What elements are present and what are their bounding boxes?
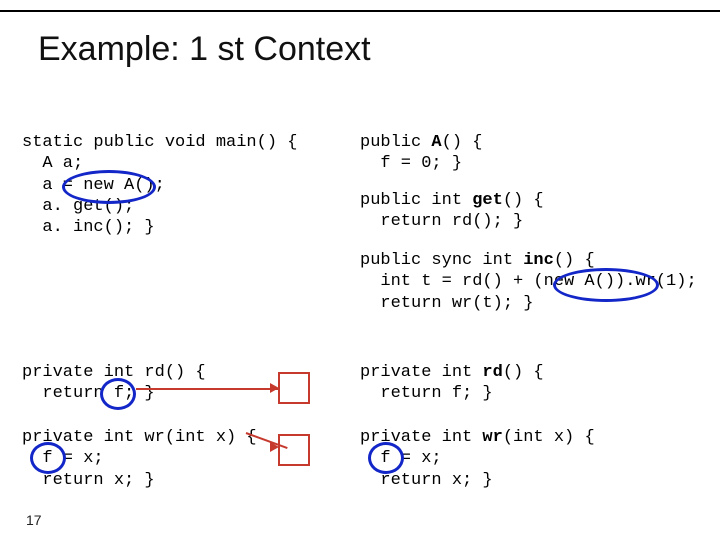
slide: Example: 1 st Context static public void…	[0, 10, 720, 550]
ellipse-new-a-right	[553, 268, 659, 302]
ellipse-new-a-left	[62, 170, 156, 204]
code-get: public int get() { return rd(); }	[360, 190, 544, 233]
arrowhead-wr	[270, 442, 279, 452]
box-wr	[278, 434, 310, 466]
code-ctor: public A() { f = 0; }	[360, 132, 482, 175]
arrow-rd	[136, 388, 278, 390]
page-number: 17	[26, 512, 42, 528]
slide-title: Example: 1 st Context	[38, 30, 720, 69]
arrowhead-rd	[270, 383, 279, 393]
box-rd	[278, 372, 310, 404]
ellipse-f-rd	[100, 378, 136, 410]
code-rd-right: private int rd() { return f; }	[360, 362, 544, 405]
ellipse-f-wr-right	[368, 442, 404, 474]
ellipse-f-wr	[30, 442, 66, 474]
